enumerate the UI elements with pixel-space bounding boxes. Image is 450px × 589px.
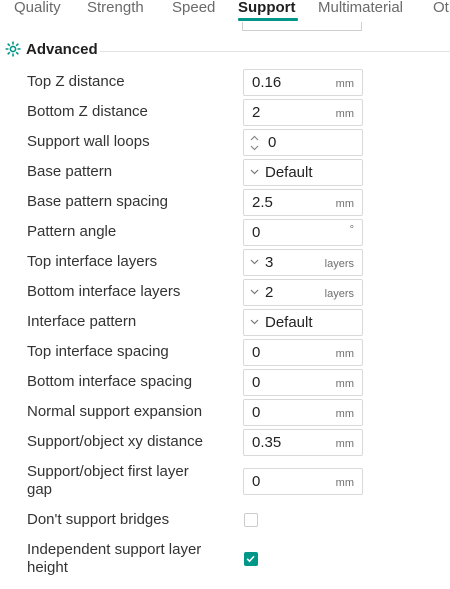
checkmark-icon: [246, 555, 255, 563]
dont-support-bridges-checkbox[interactable]: [244, 513, 258, 527]
normal-support-expansion-input[interactable]: 0 mm: [243, 399, 363, 426]
previous-field-edge: [242, 22, 362, 31]
tab-others[interactable]: Ot: [433, 0, 449, 18]
setting-label-first-layer-gap-line2: gap: [27, 481, 53, 498]
support-object-xy-distance-input[interactable]: 0.35 mm: [243, 429, 363, 456]
field-value: 2: [265, 284, 274, 301]
field-value: 2.5: [252, 194, 273, 211]
field-value: 0: [252, 404, 261, 421]
field-unit: mm: [335, 378, 354, 390]
support-object-first-layer-gap-input[interactable]: 0 mm: [243, 468, 363, 495]
setting-label-top-interface-layers: Top interface layers: [27, 253, 158, 270]
bottom-z-distance-input[interactable]: 2 mm: [243, 99, 363, 126]
setting-label-bottom-interface-spacing: Bottom interface spacing: [27, 373, 193, 390]
field-value: Default: [265, 164, 313, 181]
bottom-interface-spacing-input[interactable]: 0 mm: [243, 369, 363, 396]
advanced-settings-icon: [5, 41, 21, 57]
field-unit: layers: [324, 288, 354, 300]
active-tab-indicator: [238, 18, 298, 21]
setting-label-independent-layer-height-line2: height: [27, 559, 68, 576]
setting-label-independent-layer-height-line1: Independent support layer: [27, 541, 202, 558]
field-unit: mm: [335, 408, 354, 420]
field-unit: mm: [335, 438, 354, 450]
setting-label-top-z-distance: Top Z distance: [27, 73, 125, 90]
setting-label-dont-support-bridges: Don't support bridges: [27, 511, 170, 528]
section-title: Advanced: [26, 41, 98, 58]
field-unit: °: [349, 224, 354, 236]
field-value: Default: [265, 314, 313, 331]
bottom-interface-layers-select[interactable]: 2 layers: [243, 279, 363, 306]
field-value: 0: [252, 224, 261, 241]
base-pattern-spacing-input[interactable]: 2.5 mm: [243, 189, 363, 216]
setting-label-base-pattern: Base pattern: [27, 163, 113, 180]
field-value: 0.16: [252, 74, 282, 91]
tab-strength[interactable]: Strength: [87, 0, 144, 18]
setting-label-bottom-z-distance: Bottom Z distance: [27, 103, 148, 120]
setting-label-pattern-angle: Pattern angle: [27, 223, 117, 240]
setting-label-interface-pattern: Interface pattern: [27, 313, 137, 330]
setting-label-support-wall-loops: Support wall loops: [27, 133, 150, 150]
field-value: 0: [252, 374, 261, 391]
tab-speed[interactable]: Speed: [172, 0, 215, 18]
setting-label-normal-support-expansion: Normal support expansion: [27, 403, 203, 420]
field-unit: mm: [335, 198, 354, 210]
tab-support[interactable]: Support: [238, 0, 296, 18]
chevron-down-icon: [250, 289, 259, 295]
field-value: 0: [268, 134, 277, 151]
field-unit: layers: [324, 258, 354, 270]
chevron-down-icon: [250, 169, 259, 175]
setting-label-base-pattern-spacing: Base pattern spacing: [27, 193, 168, 210]
field-unit: mm: [335, 108, 354, 120]
field-value: 0: [252, 344, 261, 361]
base-pattern-select[interactable]: Default: [243, 159, 363, 186]
tab-quality[interactable]: Quality: [14, 0, 61, 18]
field-unit: mm: [335, 477, 354, 489]
setting-label-first-layer-gap-line1: Support/object first layer: [27, 463, 189, 480]
tab-multimaterial[interactable]: Multimaterial: [318, 0, 403, 18]
field-unit: mm: [335, 78, 354, 90]
support-wall-loops-spinner[interactable]: 0: [243, 129, 363, 156]
section-divider: [100, 51, 450, 52]
spin-arrows-icon[interactable]: [249, 133, 260, 153]
setting-label-bottom-interface-layers: Bottom interface layers: [27, 283, 181, 300]
field-value: 0.35: [252, 434, 282, 451]
settings-tab-bar: Quality Strength Speed Support Multimate…: [0, 0, 450, 22]
top-z-distance-input[interactable]: 0.16 mm: [243, 69, 363, 96]
field-value: 3: [265, 254, 274, 271]
field-value: 2: [252, 104, 261, 121]
chevron-down-icon: [250, 259, 259, 265]
field-unit: mm: [335, 348, 354, 360]
interface-pattern-select[interactable]: Default: [243, 309, 363, 336]
section-header-advanced: Advanced: [0, 38, 450, 64]
top-interface-layers-select[interactable]: 3 layers: [243, 249, 363, 276]
setting-label-support-object-xy-distance: Support/object xy distance: [27, 433, 203, 450]
top-interface-spacing-input[interactable]: 0 mm: [243, 339, 363, 366]
pattern-angle-input[interactable]: 0 °: [243, 219, 363, 246]
independent-support-layer-height-checkbox[interactable]: [244, 552, 258, 566]
setting-label-top-interface-spacing: Top interface spacing: [27, 343, 169, 360]
field-value: 0: [252, 473, 261, 490]
chevron-down-icon: [250, 319, 259, 325]
